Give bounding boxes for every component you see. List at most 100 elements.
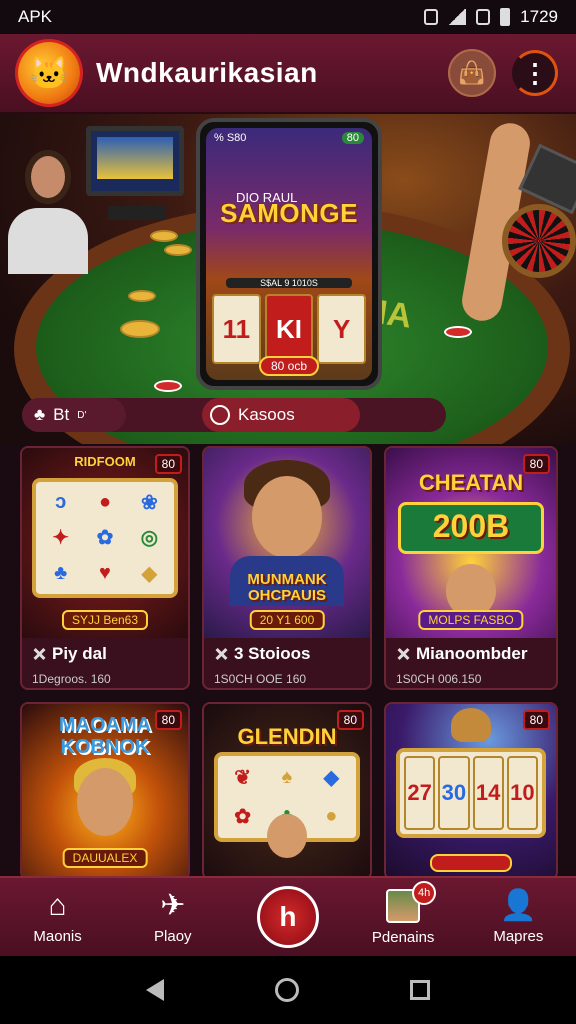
game-name: 3 Stoioos: [234, 644, 311, 663]
game-meta: 1S0CH 006.150: [396, 672, 482, 686]
card-title: MUNMANK OHCPAUIS: [247, 571, 327, 604]
close-icon: [32, 647, 46, 661]
wallet-button[interactable]: 👜: [448, 49, 496, 97]
reel: 11: [212, 294, 261, 364]
card-title: GLENDIN: [237, 724, 337, 749]
game-thumbnail: 80 MAOAMA KOBNOK DAUUALEX: [22, 704, 188, 878]
nav-play[interactable]: ✈ Plaoy: [118, 889, 228, 945]
chip-icon: [150, 230, 178, 242]
host-portrait: [267, 814, 307, 858]
status-time: 1729: [520, 7, 558, 26]
back-icon[interactable]: [145, 979, 164, 1001]
bottom-nav: ⌂ Maonis ✈ Plaoy h 4h Pdenains 👤 Mapres: [0, 876, 576, 956]
chip-icon: [444, 326, 472, 338]
nav-label: Plaoy: [154, 927, 192, 945]
nfc-icon: [476, 9, 491, 25]
status-left: APK: [18, 7, 53, 26]
tab-bt[interactable]: ♣ Bt D': [22, 398, 126, 432]
phone-reels: 11 KI Y: [212, 294, 367, 364]
nav-label: Maonis: [33, 927, 82, 945]
monitor-illustration: [86, 126, 184, 196]
reel: 30: [438, 756, 470, 830]
card-banner: 20 Y1 600: [249, 610, 325, 630]
phone-badge: 80: [341, 132, 364, 144]
game-card[interactable]: RIDFOOM 80 ↄ ● ❀ ✦ ✿ ◎ ♣ ♥ ◆ SYJJ Ben63 Piy da…: [20, 446, 190, 690]
slot-reels: ↄ ● ❀ ✦ ✿ ◎ ♣ ♥ ◆: [32, 478, 178, 598]
game-name: Mianoombder: [416, 644, 528, 663]
reel: 10: [506, 756, 538, 830]
phone-top-label: % S80: [214, 132, 247, 144]
system-nav-bar: [0, 956, 576, 1024]
game-thumbnail: MUNMANK OHCPAUIS 20 Y1 600: [204, 448, 370, 638]
signal-icon: [448, 9, 467, 25]
tab-sup: D': [77, 409, 87, 421]
nav-promotions[interactable]: 4h Pdenains: [348, 880, 458, 946]
reel: KI: [264, 294, 314, 364]
game-card[interactable]: 80 GLENDIN ❦♠◆ ✿♣●: [202, 702, 372, 880]
phone-spin-button[interactable]: 80 ocb: [258, 356, 320, 376]
center-logo-icon: h: [256, 886, 319, 948]
plane-icon: ✈: [160, 889, 186, 922]
game-card[interactable]: 80 27 30 14 10: [384, 702, 558, 880]
club-icon: ♣: [34, 405, 46, 424]
battery-icon: [500, 8, 511, 26]
chip-icon: [164, 244, 192, 256]
player-illustration: [8, 150, 88, 280]
game-card[interactable]: MUNMANK OHCPAUIS 20 Y1 600 3 Stoioos 1S0…: [202, 446, 372, 690]
app-title: Wndkaurikasian: [96, 57, 318, 88]
tab-kasoos[interactable]: Kasoos: [202, 398, 360, 432]
game-thumbnail: 80 GLENDIN ❦♠◆ ✿♣●: [204, 704, 370, 878]
card-banner: SYJJ Ben63: [61, 610, 149, 630]
close-icon: [214, 647, 228, 661]
reel: 27: [404, 756, 436, 830]
card-title: MAOAMA KOBNOK: [58, 714, 152, 758]
app-bar: 🐱 Wndkaurikasian 👜 ⋮: [0, 34, 576, 114]
home-circle-icon[interactable]: [274, 978, 299, 1002]
host-portrait: [252, 476, 322, 558]
host-portrait: [77, 768, 133, 836]
card-title: CHEATAN: [418, 470, 524, 495]
vibrate-icon: [424, 9, 439, 25]
game-meta: 1Degroos. 160: [32, 672, 111, 686]
reel: 14: [472, 756, 504, 830]
phone-mockup[interactable]: % S80 80 DIO RAUL SAMONGE S$AL 9 1010S 1…: [196, 118, 382, 390]
phone-game-title: SAMONGE: [220, 198, 358, 228]
notification-badge: 4h: [412, 880, 437, 905]
spin-bar[interactable]: [430, 854, 512, 872]
chip-icon: [128, 290, 156, 302]
phone-info-line: S$AL 9 1010S: [226, 278, 352, 288]
keyboard-illustration: [108, 206, 166, 220]
nav-center[interactable]: h: [233, 886, 343, 948]
slot-reels: 27 30 14 10: [396, 748, 546, 838]
card-jackpot: 200B: [432, 508, 510, 544]
more-menu-button[interactable]: ⋮: [512, 50, 558, 96]
user-icon: 👤: [499, 889, 538, 922]
game-card[interactable]: 80 CHEATAN 200B MOLPS FASBO Mianoombder …: [384, 446, 558, 690]
chip-icon: [120, 320, 160, 338]
nav-label: Pdenains: [371, 928, 435, 946]
search-icon: [210, 405, 230, 425]
game-name: Piy dal: [52, 644, 107, 663]
game-thumbnail: 80 27 30 14 10: [386, 704, 556, 878]
game-meta: 1S0CH OOE 160: [214, 672, 307, 686]
card-banner: DAUUALEX: [62, 848, 148, 868]
roulette-wheel-icon: [502, 204, 576, 278]
recents-icon[interactable]: [410, 980, 431, 1000]
status-icons: 1729: [424, 7, 558, 27]
nav-home[interactable]: ⌂ Maonis: [3, 888, 113, 945]
nav-label: Mapres: [493, 927, 544, 945]
tab-label: Bt: [53, 405, 70, 424]
app-logo[interactable]: 🐱: [18, 42, 80, 104]
tab-label: Kasoos: [238, 405, 295, 424]
home-icon: ⌂: [48, 888, 67, 922]
nav-profile[interactable]: 👤 Mapres: [463, 889, 573, 945]
phone-screen: % S80 80 DIO RAUL SAMONGE S$AL 9 1010S 1…: [206, 128, 372, 380]
game-card[interactable]: 80 MAOAMA KOBNOK DAUUALEX: [20, 702, 190, 880]
game-grid: RIDFOOM 80 ↄ ● ❀ ✦ ✿ ◎ ♣ ♥ ◆ SYJJ Ben63 Piy da…: [20, 446, 560, 880]
card-badge: 80: [522, 710, 550, 730]
card-banner: MOLPS FASBO: [418, 610, 524, 630]
hero-banner[interactable]: VIA % S80 80 DIO RAUL SAMONGE S$AL 9 101…: [0, 114, 576, 444]
close-icon: [396, 647, 410, 661]
game-thumbnail: RIDFOOM 80 ↄ ● ❀ ✦ ✿ ◎ ♣ ♥ ◆ SYJJ Ben63: [22, 448, 188, 638]
reel: Y: [317, 294, 367, 364]
